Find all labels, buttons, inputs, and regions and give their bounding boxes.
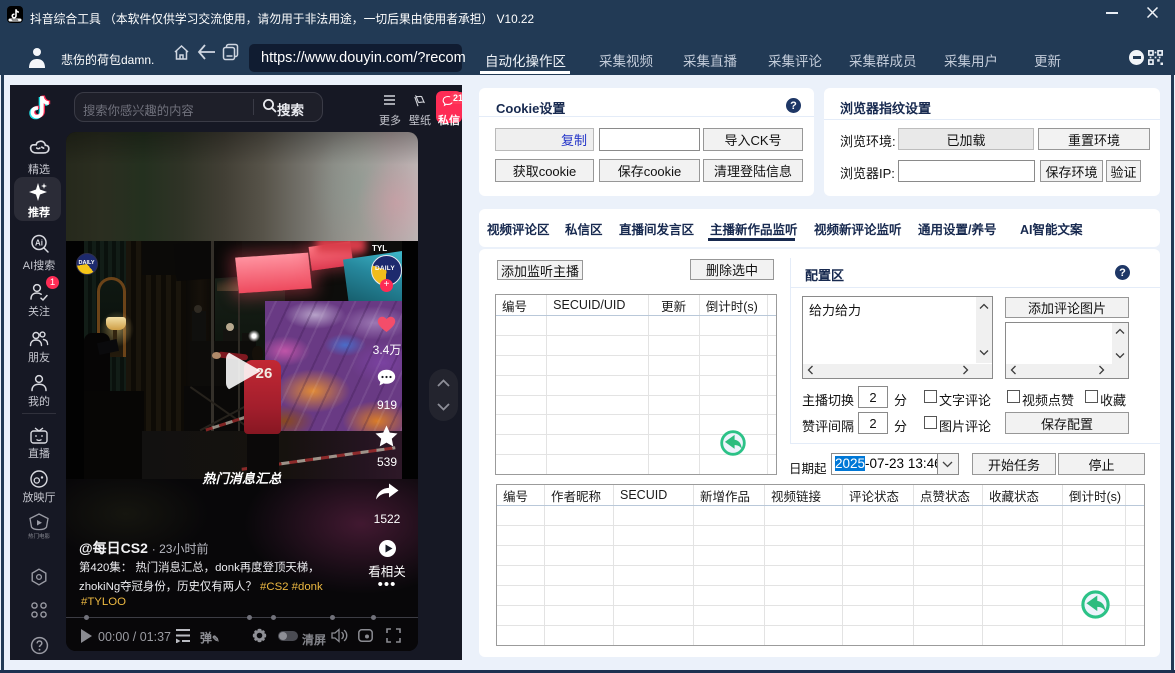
- svg-text:TOOL: TOOL: [11, 18, 19, 22]
- svg-text:Ai: Ai: [35, 239, 43, 248]
